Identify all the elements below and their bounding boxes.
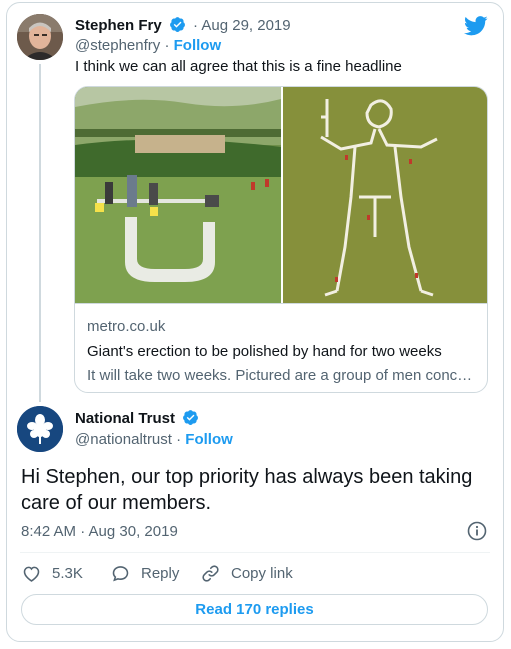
link-title: Giant's erection to be polished by hand … bbox=[87, 343, 442, 360]
link-description: It will take two weeks. Pictured are a g… bbox=[87, 367, 473, 384]
tweet-text: Hi Stephen, our top priority has always … bbox=[21, 466, 473, 514]
divider bbox=[20, 552, 490, 553]
handle-separator: · bbox=[171, 431, 186, 448]
tweet-date[interactable]: · Aug 29, 2019 bbox=[193, 17, 291, 34]
verified-badge-icon bbox=[169, 17, 185, 32]
author-handle[interactable]: @stephenfry bbox=[75, 37, 160, 54]
link-domain: metro.co.uk bbox=[87, 318, 166, 335]
tweet-text: I think we can all agree that this is a … bbox=[75, 58, 402, 75]
copy-link-label[interactable]: Copy link bbox=[231, 565, 293, 582]
like-count[interactable]: 5.3K bbox=[52, 565, 83, 582]
avatar-national-trust[interactable] bbox=[17, 406, 63, 452]
twitter-bird-icon[interactable] bbox=[464, 15, 488, 37]
copy-link-button[interactable]: Copy link bbox=[200, 563, 293, 584]
link-icon bbox=[202, 565, 219, 582]
author-handle-line: @nationaltrust · Follow bbox=[75, 431, 233, 448]
author-name[interactable]: Stephen Fry · Aug 29, 2019 bbox=[75, 16, 291, 34]
author-handle-line: @stephenfry · Follow bbox=[75, 37, 221, 54]
author-name[interactable]: National Trust bbox=[75, 409, 199, 427]
avatar-stephen-fry[interactable] bbox=[17, 14, 63, 60]
link-preview-card[interactable]: metro.co.uk Giant's erection to be polis… bbox=[74, 86, 488, 393]
tweet-timestamp[interactable]: 8:42 AM · Aug 30, 2019 bbox=[21, 523, 178, 540]
author-handle[interactable]: @nationaltrust bbox=[75, 431, 172, 448]
handle-separator: · bbox=[160, 37, 174, 54]
link-preview-body[interactable]: metro.co.uk Giant's erection to be polis… bbox=[75, 303, 487, 392]
reply-button[interactable]: Reply bbox=[110, 563, 179, 584]
oak-leaf-logo-icon bbox=[17, 406, 63, 452]
verified-badge-icon bbox=[183, 410, 199, 425]
info-icon[interactable] bbox=[467, 521, 487, 541]
reply-label[interactable]: Reply bbox=[141, 565, 179, 582]
follow-button[interactable]: Follow bbox=[174, 37, 222, 54]
author-name-text[interactable]: Stephen Fry bbox=[75, 17, 162, 34]
thread-connector-line bbox=[39, 64, 41, 402]
link-preview-images[interactable] bbox=[75, 87, 488, 303]
follow-button[interactable]: Follow bbox=[185, 431, 233, 448]
speech-bubble-icon bbox=[112, 566, 129, 582]
heart-icon bbox=[23, 566, 40, 582]
like-button[interactable]: 5.3K bbox=[21, 563, 83, 584]
read-replies-button[interactable]: Read 170 replies bbox=[21, 594, 488, 625]
author-name-text[interactable]: National Trust bbox=[75, 410, 175, 427]
